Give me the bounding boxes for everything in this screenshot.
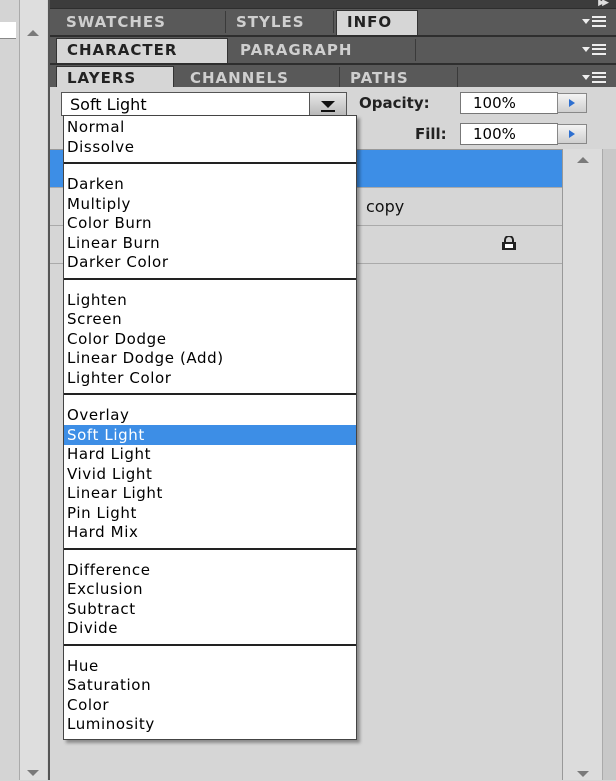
arrow-right-icon — [569, 130, 575, 138]
blend-mode-option[interactable]: Hard Light — [64, 444, 356, 464]
dropdown-separator — [64, 547, 356, 550]
blend-mode-option[interactable]: Color — [64, 695, 356, 715]
blend-mode-option[interactable]: Exclusion — [64, 579, 356, 599]
tab-styles[interactable]: STYLES — [226, 11, 334, 33]
blend-mode-option[interactable]: Pin Light — [64, 503, 356, 523]
arrow-right-icon — [569, 99, 575, 107]
blend-mode-option[interactable]: Luminosity — [64, 714, 356, 734]
fill-input[interactable]: 100% — [460, 123, 558, 145]
blend-mode-option[interactable]: Saturation — [64, 675, 356, 695]
document-canvas-edge — [0, 22, 16, 39]
tab-paragraph[interactable]: PARAGRAPH — [230, 39, 416, 61]
fill-slider-button[interactable] — [557, 124, 587, 144]
blend-mode-select[interactable]: Soft Light — [61, 92, 347, 116]
blend-mode-option[interactable]: Hard Mix — [64, 522, 356, 542]
scroll-up-icon[interactable] — [577, 157, 589, 163]
dropdown-separator — [64, 162, 356, 164]
collapse-panels-icon[interactable]: ▶▶ — [598, 0, 609, 8]
blend-mode-option[interactable]: Vivid Light — [64, 464, 356, 484]
dropdown-arrow-icon[interactable] — [309, 93, 346, 115]
blend-mode-option[interactable]: Color Dodge — [64, 329, 356, 349]
panel-group-swatches: SWATCHES STYLES INFO — [50, 8, 616, 36]
tab-info[interactable]: INFO — [336, 10, 418, 35]
dropdown-separator — [64, 393, 356, 395]
opacity-label: Opacity: — [359, 94, 430, 112]
blend-mode-option[interactable]: Screen — [64, 309, 356, 329]
panel-menu-icon[interactable] — [582, 15, 608, 29]
panel-edge — [602, 149, 616, 780]
blend-mode-option[interactable]: Overlay — [64, 405, 356, 425]
panel-menu-icon[interactable] — [582, 43, 608, 57]
dropdown-separator — [64, 643, 356, 646]
blend-mode-option[interactable]: Linear Burn — [64, 233, 356, 253]
blend-mode-option[interactable]: Hue — [64, 656, 356, 676]
document-scrollbar[interactable] — [19, 0, 47, 780]
blend-mode-option[interactable]: Linear Light — [64, 483, 356, 503]
panel-group-character: CHARACTER PARAGRAPH — [50, 36, 616, 64]
scroll-up-icon[interactable] — [27, 30, 39, 36]
blend-mode-option[interactable]: Color Burn — [64, 213, 356, 233]
blend-mode-option[interactable]: Lighter Color — [64, 368, 356, 388]
blend-mode-option[interactable]: Difference — [64, 560, 356, 580]
document-area — [0, 0, 50, 780]
layer-name: copy — [366, 197, 405, 216]
opacity-slider-button[interactable] — [557, 93, 587, 113]
tab-channels[interactable]: CHANNELS — [180, 67, 340, 89]
tab-paths[interactable]: PATHS — [340, 67, 458, 89]
blend-mode-value: Soft Light — [70, 95, 147, 114]
blend-mode-option[interactable]: Darker Color — [64, 252, 356, 272]
panel-dock-header: ▶▶ — [50, 0, 616, 8]
blend-mode-option[interactable]: Soft Light — [64, 424, 356, 445]
blend-mode-option[interactable]: Dissolve — [64, 137, 356, 157]
panel-menu-icon[interactable] — [582, 71, 608, 85]
blend-mode-option[interactable]: Subtract — [64, 599, 356, 619]
tab-character[interactable]: CHARACTER — [56, 38, 228, 63]
opacity-input[interactable]: 100% — [460, 92, 558, 114]
fill-label: Fill: — [415, 125, 447, 143]
blend-mode-option[interactable]: Lighten — [64, 290, 356, 310]
scroll-down-icon[interactable] — [27, 770, 39, 776]
layers-scrollbar[interactable] — [562, 149, 603, 780]
blend-mode-option[interactable]: Divide — [64, 618, 356, 638]
dropdown-separator — [64, 277, 356, 280]
tab-swatches[interactable]: SWATCHES — [56, 11, 226, 33]
lock-icon — [502, 236, 516, 250]
blend-mode-option[interactable]: Multiply — [64, 194, 356, 214]
blend-mode-option[interactable]: Darken — [64, 174, 356, 194]
scroll-down-icon[interactable] — [577, 771, 589, 777]
blend-mode-option[interactable]: Linear Dodge (Add) — [64, 348, 356, 368]
blend-mode-dropdown: Normal Dissolve Darken Multiply Color Burn Li… — [63, 115, 357, 740]
blend-mode-option[interactable]: Normal — [64, 117, 356, 137]
